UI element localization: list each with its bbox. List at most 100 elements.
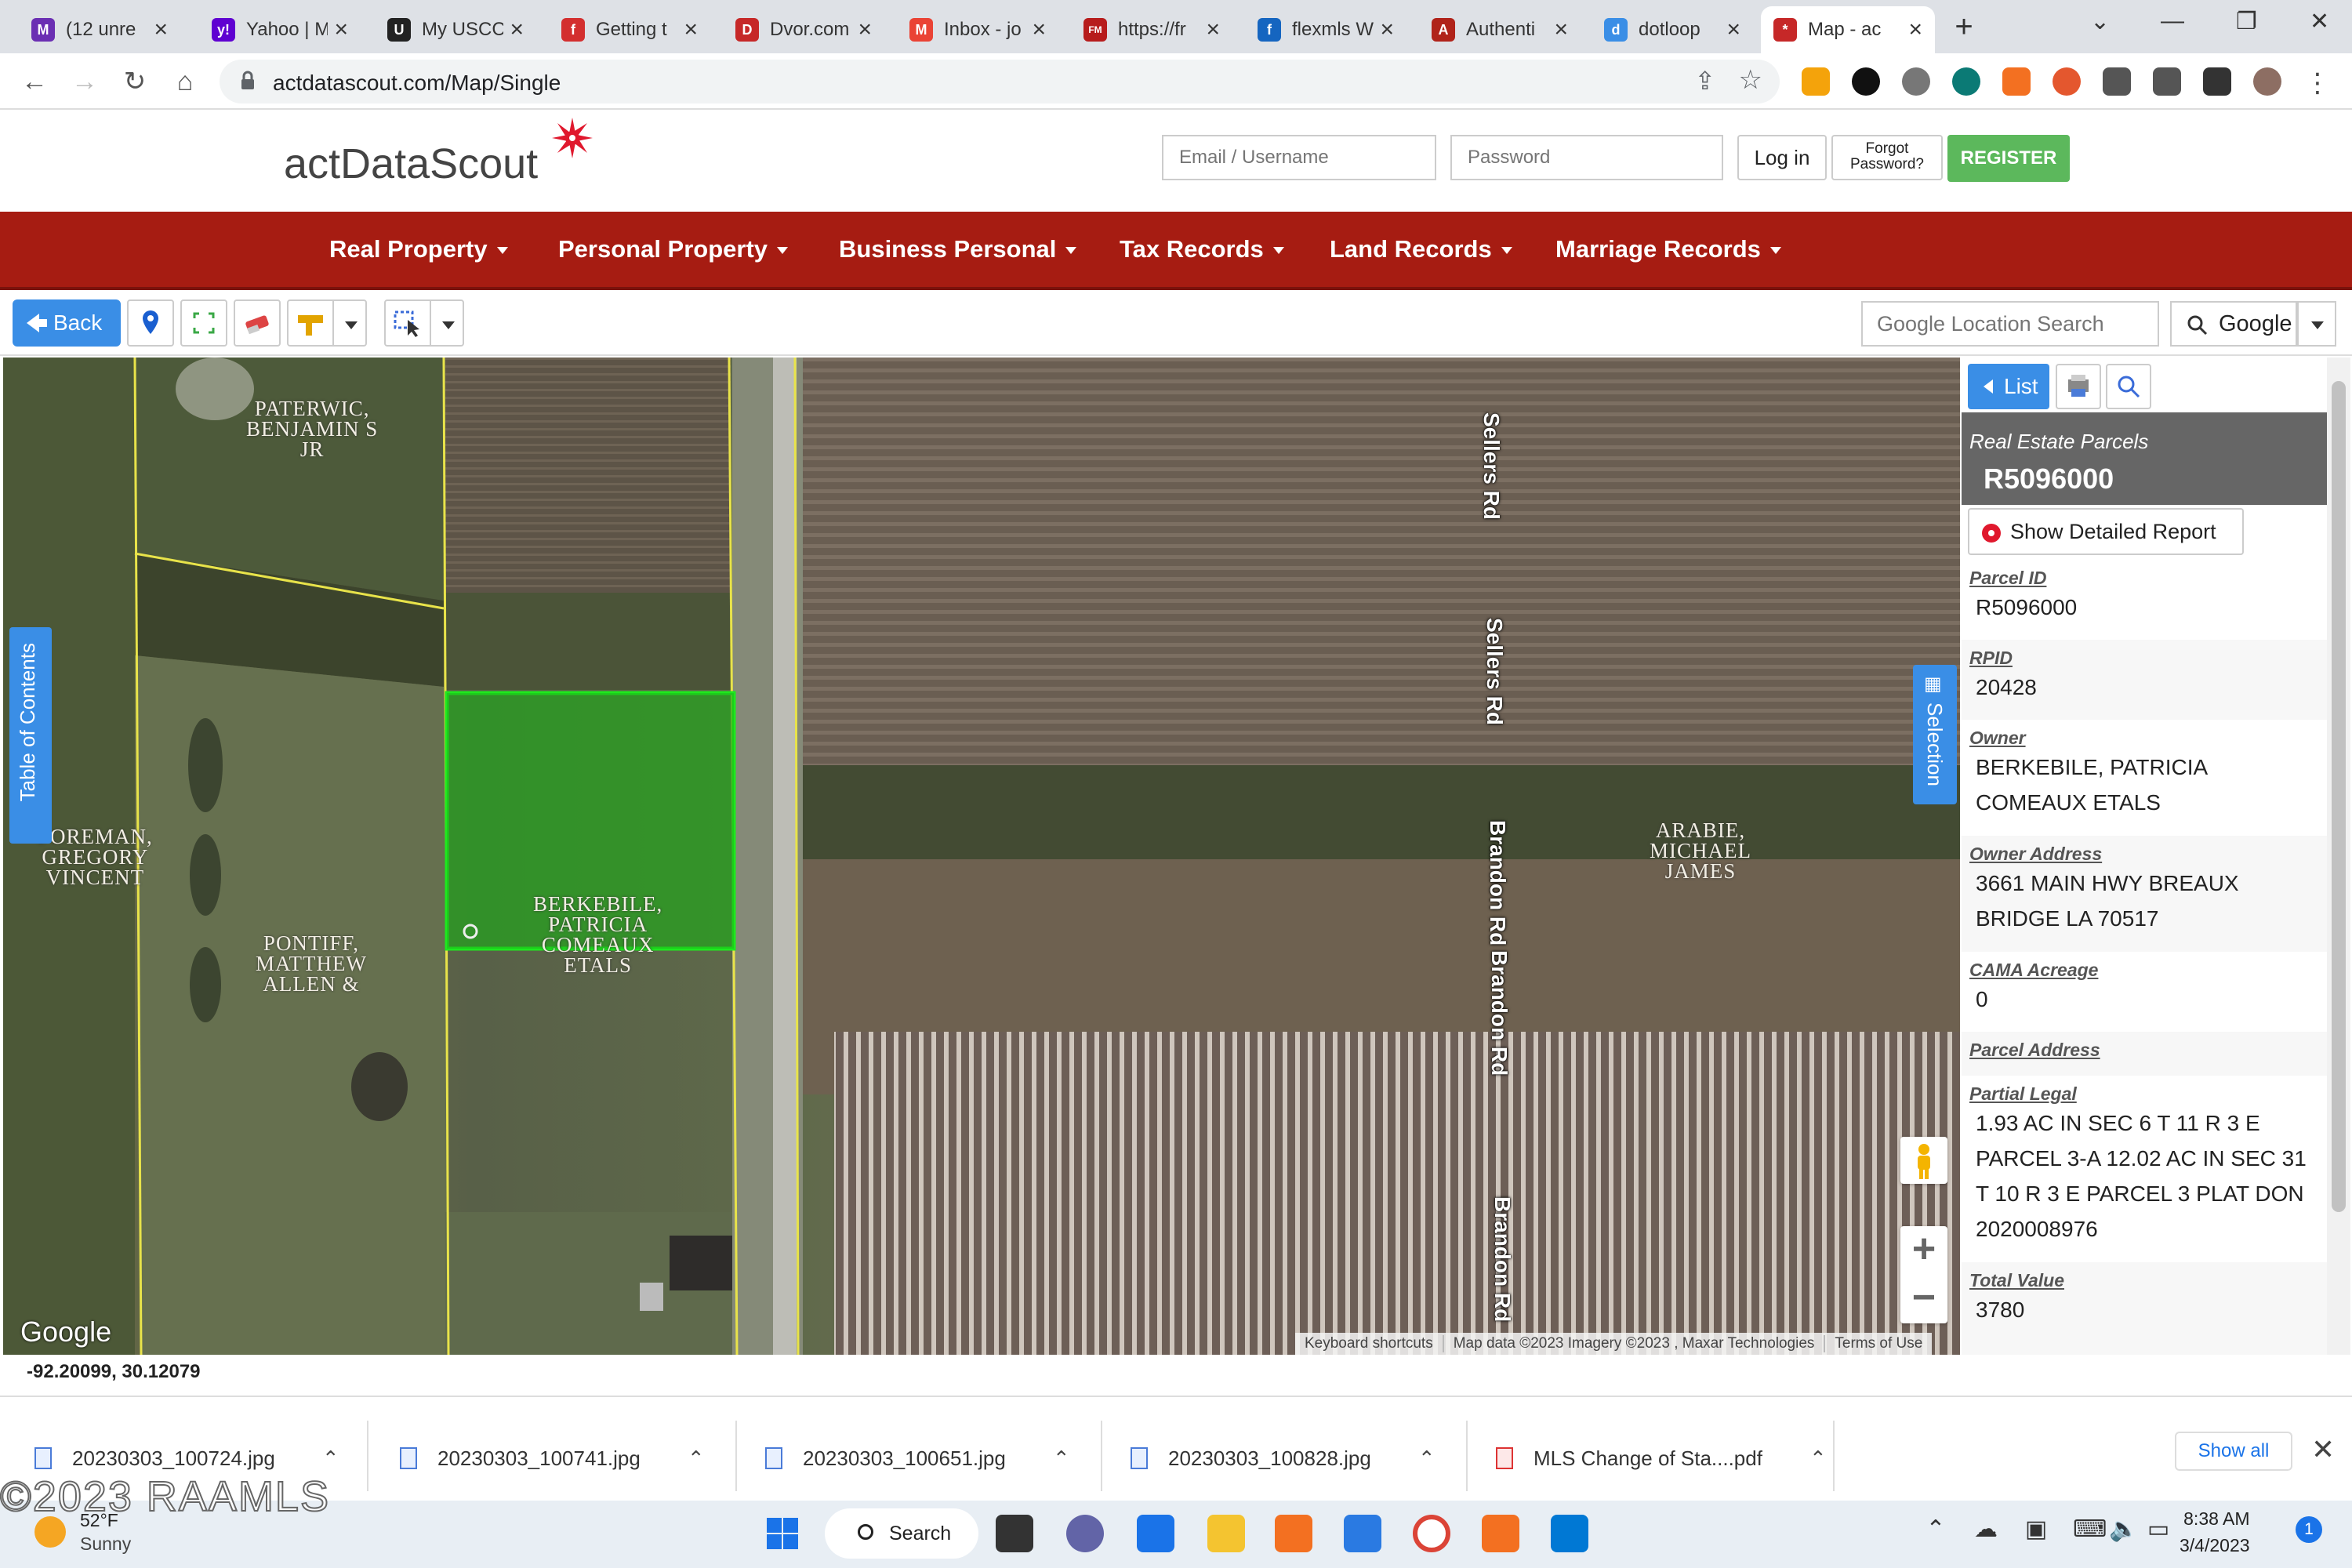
browser-tab[interactable]: f flexmls W ×	[1245, 6, 1406, 53]
eraser-button[interactable]	[234, 299, 281, 347]
browser-tab-active[interactable]: * Map - ac ×	[1761, 6, 1935, 53]
list-button[interactable]: List	[1968, 364, 2049, 409]
url-bar[interactable]: actdatascout.com/Map/Single ⇪ ☆	[220, 60, 1780, 103]
back-button[interactable]: Back	[13, 299, 121, 347]
file-explorer-icon[interactable]	[1207, 1515, 1245, 1552]
taskbar-search[interactable]: Search	[825, 1508, 978, 1559]
measure-tool-button[interactable]	[287, 299, 334, 347]
profile-avatar[interactable]	[2253, 67, 2281, 96]
chevron-up-icon[interactable]: ⌃	[688, 1446, 705, 1471]
locate-pin-button[interactable]	[127, 299, 174, 347]
email-username-field[interactable]	[1162, 135, 1436, 180]
browser-tab[interactable]: M Inbox - jo ×	[897, 6, 1058, 53]
menu-marriage-records[interactable]: Marriage Records	[1555, 235, 1781, 263]
password-field[interactable]	[1450, 135, 1723, 180]
chat-icon[interactable]	[1066, 1515, 1104, 1552]
menu-business-personal[interactable]: Business Personal	[839, 235, 1077, 263]
map-canvas[interactable]: PATERWIC, BENJAMIN S JR FOREMAN, GREGORY…	[3, 358, 1960, 1355]
menu-personal-property[interactable]: Personal Property	[558, 235, 789, 263]
download-item[interactable]: 20230303_100724.jpg ⌃	[34, 1441, 339, 1475]
key-extension-icon[interactable]	[1802, 67, 1830, 96]
windows-start-icon[interactable]	[764, 1515, 801, 1552]
widgets-icon[interactable]	[1137, 1515, 1174, 1552]
reading-list-icon[interactable]	[2153, 67, 2181, 96]
show-all-downloads-button[interactable]: Show all	[2175, 1432, 2292, 1471]
close-icon[interactable]: ×	[334, 16, 348, 43]
login-button[interactable]: Log in	[1737, 135, 1827, 180]
close-icon[interactable]: ×	[1380, 16, 1394, 43]
app-icon[interactable]	[1275, 1515, 1312, 1552]
zoom-out-button[interactable]: −	[1900, 1275, 1947, 1323]
volume-icon[interactable]: 🔈	[2109, 1516, 2138, 1543]
extension-icon[interactable]	[1902, 67, 1930, 96]
browser-tab[interactable]: f Getting t ×	[549, 6, 710, 53]
street-view-pegman[interactable]	[1900, 1137, 1947, 1184]
download-item[interactable]: 20230303_100741.jpg ⌃	[400, 1441, 705, 1475]
provider-search-button[interactable]: Google	[2170, 301, 2297, 347]
close-icon[interactable]: ×	[858, 16, 872, 43]
back-arrow-icon[interactable]: ←	[17, 64, 52, 99]
close-icon[interactable]: ×	[1554, 16, 1568, 43]
side-panel-icon[interactable]	[2203, 67, 2231, 96]
password-extension-icon[interactable]	[1852, 67, 1880, 96]
fullscreen-button[interactable]	[180, 299, 227, 347]
shield-extension-icon[interactable]	[2053, 67, 2081, 96]
forgot-password-button[interactable]: Forgot Password?	[1831, 135, 1943, 180]
select-dropdown-caret[interactable]	[430, 299, 464, 347]
close-icon[interactable]: ×	[1726, 16, 1740, 43]
close-downloads-icon[interactable]: ✕	[2311, 1433, 2335, 1466]
scrollbar-thumb[interactable]	[2332, 381, 2346, 1212]
menu-dots-icon[interactable]: ⋮	[2303, 67, 2332, 98]
close-icon[interactable]: ×	[154, 16, 168, 43]
share-icon[interactable]: ⇪	[1694, 66, 1715, 96]
photos-icon[interactable]	[1344, 1515, 1381, 1552]
location-search-input[interactable]	[1861, 301, 2159, 347]
browser-tab[interactable]: y! Yahoo | M ×	[199, 6, 361, 53]
browser-tab[interactable]: U My USCC ×	[375, 6, 536, 53]
home-icon[interactable]: ⌂	[168, 64, 202, 99]
selection-tab[interactable]: ▦ Selection	[1913, 665, 1957, 804]
task-view-icon[interactable]	[996, 1515, 1033, 1552]
battery-icon[interactable]: ▭	[2145, 1516, 2172, 1543]
bookmark-star-icon[interactable]: ☆	[1739, 64, 1762, 96]
close-icon[interactable]: ×	[684, 16, 698, 43]
keyboard-shortcuts-link[interactable]: Keyboard shortcuts	[1295, 1335, 1444, 1352]
table-of-contents-tab[interactable]: Table of Contents	[9, 627, 52, 844]
notification-badge[interactable]: 1	[2296, 1516, 2322, 1543]
download-item[interactable]: 20230303_100651.jpg ⌃	[765, 1441, 1070, 1475]
browser-tab[interactable]: A Authenti ×	[1419, 6, 1581, 53]
measure-dropdown-caret[interactable]	[332, 299, 367, 347]
site-logo[interactable]: actDataScout	[284, 140, 538, 188]
close-icon[interactable]: ×	[1206, 16, 1220, 43]
tab-search-icon[interactable]: ⌄	[2090, 8, 2110, 35]
print-button[interactable]	[2056, 364, 2101, 409]
menu-tax-records[interactable]: Tax Records	[1120, 235, 1284, 263]
close-icon[interactable]: ×	[1908, 16, 1922, 43]
chevron-up-icon[interactable]: ⌃	[1418, 1446, 1436, 1471]
forward-arrow-icon[interactable]: →	[67, 64, 102, 99]
extension-badge-icon[interactable]	[2002, 67, 2031, 96]
new-tab-button[interactable]: +	[1944, 8, 1984, 47]
chrome-icon[interactable]	[1413, 1515, 1450, 1552]
close-icon[interactable]: ×	[1032, 16, 1046, 43]
app-icon[interactable]	[1482, 1515, 1519, 1552]
browser-tab[interactable]: FM https://fr ×	[1071, 6, 1232, 53]
chevron-up-icon[interactable]: ⌃	[1922, 1516, 1949, 1543]
store-icon[interactable]	[1551, 1515, 1588, 1552]
panel-scrollbar[interactable]	[2327, 358, 2350, 1355]
menu-land-records[interactable]: Land Records	[1330, 235, 1512, 263]
network-icon[interactable]: ⌨	[2073, 1516, 2107, 1543]
display-icon[interactable]: ▣	[2023, 1516, 2049, 1543]
show-detailed-report-button[interactable]: Show Detailed Report	[1968, 508, 2244, 555]
restore-icon[interactable]: ❐	[2236, 8, 2257, 35]
terms-of-use-link[interactable]: Terms of Use	[1825, 1335, 1932, 1352]
menu-real-property[interactable]: Real Property	[329, 235, 508, 263]
cloud-icon[interactable]: ☁	[1973, 1516, 1999, 1543]
browser-tab[interactable]: M (12 unre ×	[19, 6, 180, 53]
close-icon[interactable]: ×	[510, 16, 524, 43]
reload-icon[interactable]: ↻	[118, 64, 152, 99]
register-button[interactable]: REGISTER	[1947, 135, 2070, 182]
provider-dropdown-caret[interactable]	[2297, 301, 2336, 347]
zoom-to-parcel-button[interactable]	[2106, 364, 2151, 409]
chevron-up-icon[interactable]: ⌃	[1809, 1446, 1827, 1471]
